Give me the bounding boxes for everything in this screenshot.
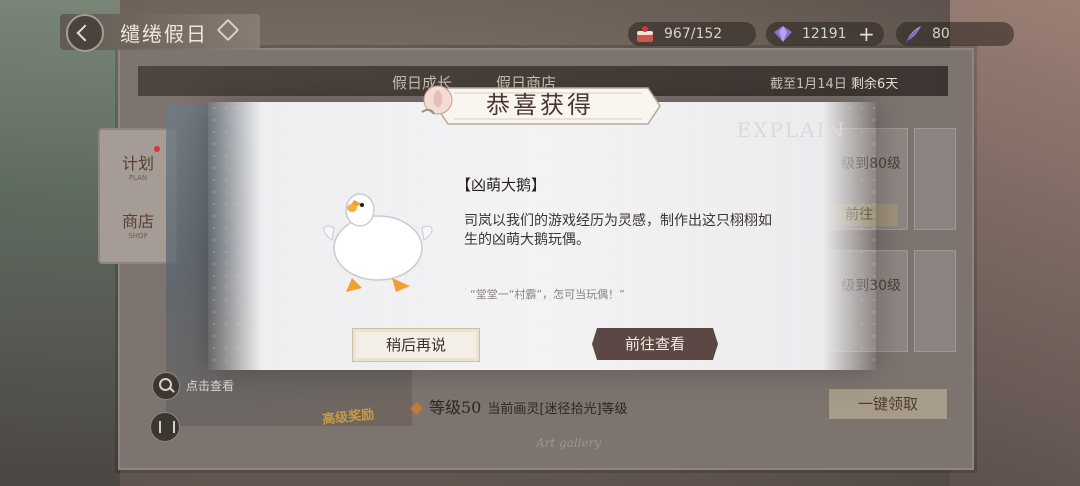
back-button[interactable]: [66, 14, 104, 52]
reward-thumbnail[interactable]: [914, 128, 956, 230]
deadline-date: 截至1月14日: [770, 77, 847, 92]
gem-count: 12191: [802, 26, 847, 42]
feather-icon: [905, 26, 921, 43]
gallery-caption: Art gallery: [536, 436, 602, 450]
nav-shop-label[interactable]: 商店: [100, 208, 176, 232]
level-diamond-icon: [410, 402, 423, 415]
gallery-icon[interactable]: [150, 412, 180, 442]
item-quote: “堂堂一“村霸”，怎可当玩偶！”: [470, 288, 625, 301]
later-button[interactable]: 稍后再说: [352, 328, 480, 362]
feather-count: 80: [932, 26, 950, 42]
gem-icon: [774, 26, 792, 42]
cake-icon: [637, 26, 653, 42]
level-value: 等级50: [429, 398, 482, 417]
level-description: 当前画灵[迷径拾光]等级: [487, 402, 628, 417]
goose-plush-icon: [323, 193, 433, 292]
add-gem-button[interactable]: +: [858, 22, 875, 46]
resource-feather: 80: [896, 22, 1014, 46]
item-name: 【凶萌大鹅】: [456, 176, 547, 194]
claim-all-button[interactable]: 一键领取: [828, 388, 948, 420]
level-row: 等级50 当前画灵[迷径拾光]等级: [410, 394, 628, 418]
item-description: 司岚以我们的游戏经历为灵感，制作出这只栩栩如生的凶萌大鹅玩偶。: [464, 213, 772, 248]
resource-cake: 967/152: [628, 22, 756, 46]
view-hint[interactable]: 点击查看: [186, 377, 234, 394]
days-remaining: 剩余6天: [850, 77, 899, 92]
modal-watermark: EXPLAIN: [736, 118, 846, 142]
notification-dot: [154, 146, 160, 152]
deadline-text: 截至1月14日 剩余6天: [770, 73, 898, 92]
cake-count: 967/152: [664, 26, 723, 42]
reward-thumbnail[interactable]: [914, 250, 956, 352]
search-icon[interactable]: [152, 372, 180, 400]
go-view-button[interactable]: 前往查看: [592, 328, 718, 360]
nav-plan-sub: PLAN: [128, 174, 148, 182]
rose-icon: [421, 85, 453, 115]
nav-shop-sub: SHOP: [128, 232, 148, 240]
nav-plan-label[interactable]: 计划: [100, 150, 176, 174]
page-title: 缱绻假日: [120, 22, 208, 46]
modal-title: 恭喜获得: [486, 91, 594, 119]
